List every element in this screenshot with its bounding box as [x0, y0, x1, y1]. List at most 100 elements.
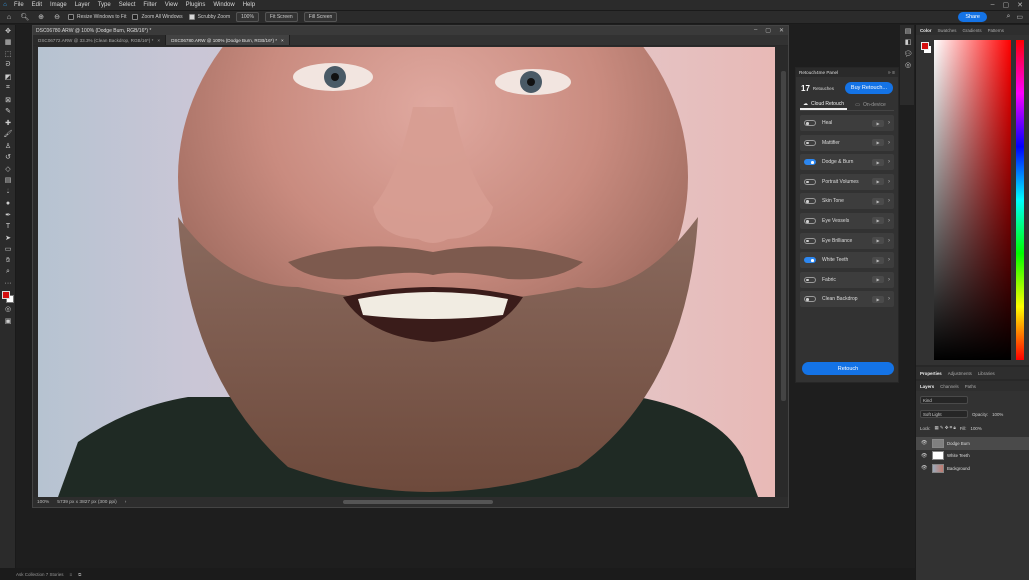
screen-mode-icon[interactable]: ▣ [0, 315, 16, 327]
layer-row[interactable]: 👁︎ Dodge Burn [916, 437, 1029, 450]
taskbar-item[interactable]: ≡ [70, 572, 73, 577]
menu-window[interactable]: Window [209, 2, 238, 8]
eye-icon[interactable]: 👁︎ [921, 465, 929, 471]
retouch-row[interactable]: White Teeth ▶ › [800, 252, 894, 269]
tab-color[interactable]: Color [920, 28, 931, 33]
play-icon[interactable]: ▶ [872, 295, 884, 303]
play-icon[interactable]: ▶ [872, 197, 884, 205]
chevron-right-icon[interactable]: › [888, 257, 890, 263]
retouch-row[interactable]: Dodge & Burn ▶ › [800, 154, 894, 171]
blur-tool-icon[interactable]: 💧︎ [0, 186, 16, 198]
opacity-value[interactable]: 100% [992, 412, 1003, 417]
portrait-photo[interactable] [38, 47, 775, 497]
status-arrow-icon[interactable]: › [125, 500, 127, 505]
play-icon[interactable]: ▶ [872, 217, 884, 225]
retouch-row[interactable]: Skin Tone ▶ › [800, 193, 894, 210]
shape-tool-icon[interactable]: ▭ [0, 244, 16, 256]
tab-channels[interactable]: Channels [940, 384, 959, 389]
eye-icon[interactable]: 👁︎ [921, 440, 929, 446]
foreground-color-swatch[interactable] [921, 42, 929, 50]
play-icon[interactable]: ▶ [872, 237, 884, 245]
menu-select[interactable]: Select [115, 2, 140, 8]
canvas-area[interactable] [33, 46, 788, 498]
home-icon[interactable]: ⌂ [4, 12, 14, 22]
retouch-row[interactable]: Eye Vessels ▶ › [800, 212, 894, 229]
retouch-toggle[interactable] [804, 237, 816, 244]
close-tab-icon[interactable]: × [281, 38, 284, 43]
retouch-button[interactable]: Retouch [802, 362, 894, 375]
menu-edit[interactable]: Edit [28, 2, 46, 8]
marquee-tool-icon[interactable]: ⬚ [0, 48, 16, 60]
minimize-icon[interactable]: – [754, 27, 757, 34]
play-icon[interactable]: ▶ [872, 178, 884, 186]
zoom-tool-icon[interactable]: ⌕ [0, 267, 16, 279]
share-button[interactable]: Share [958, 12, 987, 22]
play-icon[interactable]: ▶ [872, 158, 884, 166]
play-icon[interactable]: ▶ [872, 276, 884, 284]
type-tool-icon[interactable]: T [0, 221, 16, 233]
tab-layers[interactable]: Layers [920, 384, 934, 389]
retouch-row[interactable]: Eye Brilliance ▶ › [800, 232, 894, 249]
color-swatches[interactable] [0, 290, 16, 304]
menu-file[interactable]: File [10, 2, 28, 8]
lock-icons[interactable]: ▦ ✎ ✥ ⌗ 🔒︎ [935, 425, 956, 431]
quick-mask-icon[interactable]: ◎ [0, 304, 16, 316]
play-icon[interactable]: ▶ [872, 119, 884, 127]
maximize-icon[interactable]: ▢ [1003, 1, 1010, 9]
retouch-toggle[interactable] [804, 257, 816, 264]
menu-filter[interactable]: Filter [139, 2, 160, 8]
path-select-icon[interactable]: ➤ [0, 232, 16, 244]
taskbar-item[interactable]: Ask Collection 7 Stories [16, 572, 64, 577]
tab-on-device[interactable]: ▭ On-device [847, 99, 894, 110]
dodge-tool-icon[interactable]: ● [0, 198, 16, 210]
plugin-header[interactable]: Retouch4me Panel » ≡ [796, 68, 898, 77]
retouch-toggle[interactable] [804, 139, 816, 146]
chevron-right-icon[interactable]: › [888, 238, 890, 244]
taskbar-item[interactable]: ⧉ [78, 572, 81, 577]
menu-help[interactable]: Help [239, 2, 259, 8]
tab-cloud-retouch[interactable]: ☁ Cloud Retouch [800, 99, 847, 110]
chevron-right-icon[interactable]: › [888, 179, 890, 185]
chevron-right-icon[interactable]: › [888, 218, 890, 224]
chevron-right-icon[interactable]: › [888, 277, 890, 283]
history-brush-icon[interactable]: ↺ [0, 152, 16, 164]
document-titlebar[interactable]: DSC06780.ARW @ 100% (Dodge Burn, RGB/16*… [33, 26, 788, 35]
eye-icon[interactable]: 👁︎ [921, 453, 929, 459]
move-tool-icon[interactable]: ✥ [0, 25, 16, 37]
maximize-icon[interactable]: ▢ [765, 27, 771, 34]
menu-view[interactable]: View [161, 2, 182, 8]
retouch-toggle[interactable] [804, 217, 816, 224]
chevron-right-icon[interactable]: › [888, 159, 890, 165]
document-tab-2[interactable]: DSC06780.ARW @ 100% (Dodge Burn, RGB/16*… [166, 35, 290, 45]
tab-gradients[interactable]: Gradients [963, 28, 982, 33]
tab-patterns[interactable]: Patterns [988, 28, 1004, 33]
hand-tool-icon[interactable]: ✋︎ [0, 255, 16, 267]
eyedropper-tool-icon[interactable]: ✎ [0, 106, 16, 118]
close-icon[interactable]: ✕ [779, 27, 784, 34]
artboard-tool-icon[interactable]: ▦ [0, 37, 16, 49]
retouch-toggle[interactable] [804, 198, 816, 205]
menu-plugins[interactable]: Plugins [182, 2, 210, 8]
crop-tool-icon[interactable]: ⌗ [0, 83, 16, 95]
vertical-scrollbar[interactable] [781, 71, 786, 401]
retouch-toggle[interactable] [804, 296, 816, 303]
close-tab-icon[interactable]: × [157, 38, 160, 43]
tab-libraries[interactable]: Libraries [978, 371, 995, 376]
menu-type[interactable]: Type [94, 2, 115, 8]
close-icon[interactable]: ✕ [1017, 1, 1023, 9]
layer-kind-filter[interactable]: Kind [920, 396, 968, 404]
zoom-value-button[interactable]: 100% [236, 12, 259, 22]
eraser-tool-icon[interactable]: ◇ [0, 163, 16, 175]
tab-adjustments[interactable]: Adjustments [948, 371, 972, 376]
horizontal-scrollbar[interactable] [343, 500, 493, 504]
layer-row[interactable]: 👁︎ Background [916, 462, 1029, 475]
tab-properties[interactable]: Properties [920, 371, 942, 376]
retouch-toggle[interactable] [804, 178, 816, 185]
fit-screen-button[interactable]: Fit Screen [264, 12, 298, 22]
layer-row[interactable]: 👁︎ White Teeth [916, 450, 1029, 463]
zoom-out-icon[interactable]: ⊖ [52, 12, 62, 22]
gradient-tool-icon[interactable]: ▤ [0, 175, 16, 187]
pen-tool-icon[interactable]: ✒ [0, 209, 16, 221]
tab-swatches[interactable]: Swatches [937, 28, 956, 33]
retouch-row[interactable]: Heal ▶ › [800, 115, 894, 131]
